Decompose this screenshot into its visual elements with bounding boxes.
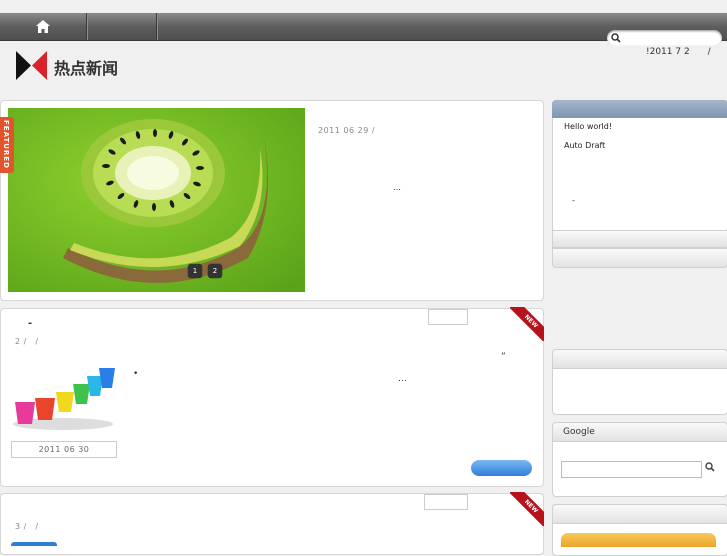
top-nav-bar <box>0 13 727 46</box>
post-date: 2011 06 30 <box>11 441 117 458</box>
new-ribbon: NEW <box>510 307 544 341</box>
post-thumbnail[interactable] <box>11 360 115 434</box>
post-quote-mark: ” <box>501 352 506 362</box>
recent-posts-widget <box>552 100 727 232</box>
recent-posts-header <box>552 100 727 118</box>
google-search-input[interactable] <box>561 461 702 478</box>
nav-divider <box>156 13 157 40</box>
slide-dot-2[interactable]: 2 <box>208 264 222 278</box>
new-ribbon-label: NEW <box>510 492 544 526</box>
featured-tab-label: FEATURED <box>2 120 10 169</box>
post-thumbnail[interactable] <box>11 542 57 546</box>
post-read-more[interactable]: … <box>398 374 407 384</box>
header-dateline: !2011 7 2 / <box>646 47 711 57</box>
post-title[interactable]: - <box>28 318 32 329</box>
post-meta: 2 / / <box>15 337 39 346</box>
featured-date: 2011 06 29 / <box>318 126 376 135</box>
new-ribbon-label: NEW <box>510 307 544 341</box>
home-icon[interactable] <box>35 19 51 34</box>
search-icon <box>611 33 621 43</box>
featured-slide-image[interactable] <box>8 108 305 292</box>
recent-post-link[interactable]: Hello world! <box>564 122 612 131</box>
widget-divider <box>552 230 727 248</box>
google-widget-header: Google <box>552 422 727 442</box>
widget-header <box>552 504 727 524</box>
recent-post-link[interactable]: Auto Draft <box>564 141 605 150</box>
comment-count-tab[interactable] <box>428 309 468 325</box>
widget-header <box>552 248 727 268</box>
read-more-button[interactable] <box>471 460 532 476</box>
comment-count-tab[interactable] <box>424 494 468 510</box>
search-icon[interactable] <box>705 462 715 472</box>
slide-dot-1[interactable]: 1 <box>188 264 202 278</box>
post-excerpt-mark: • <box>133 369 139 379</box>
featured-read-more[interactable]: … <box>393 183 402 192</box>
site-title[interactable]: 热点新闻 <box>54 55 118 79</box>
google-widget-title: Google <box>563 427 595 437</box>
nav-divider <box>86 13 87 40</box>
featured-tab: FEATURED <box>0 117 14 173</box>
recent-comment-mark: - <box>572 196 575 205</box>
new-ribbon: NEW <box>510 492 544 526</box>
widget-header <box>552 349 727 369</box>
site-logo[interactable] <box>16 51 47 80</box>
post-meta: 3 / / <box>15 522 39 531</box>
